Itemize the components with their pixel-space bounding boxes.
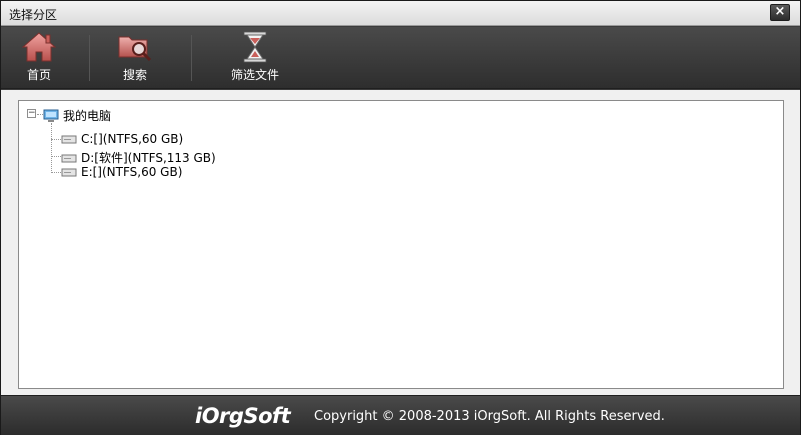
tree-connector bbox=[51, 123, 52, 173]
footer: iOrgSoft Copyright © 2008-2013 iOrgSoft.… bbox=[1, 395, 800, 435]
tree-item-label: E:[](NTFS,60 GB) bbox=[81, 165, 183, 179]
toolbar-divider bbox=[89, 35, 90, 81]
tree-item-label: C:[](NTFS,60 GB) bbox=[81, 132, 184, 146]
tree-connector bbox=[51, 139, 61, 140]
tree-item-label: D:[软件](NTFS,113 GB) bbox=[81, 151, 216, 165]
search-label: 搜索 bbox=[122, 68, 147, 82]
home-button[interactable]: 首页 bbox=[15, 29, 63, 87]
select-partition-window: 选择分区 × 首页 搜索 筛选文件 − 我的电脑 C:[](NTFS,60 GB… bbox=[0, 0, 801, 435]
window-title: 选择分区 bbox=[9, 8, 58, 22]
search-button[interactable]: 搜索 bbox=[111, 29, 159, 87]
drive-icon bbox=[61, 133, 77, 145]
computer-icon bbox=[43, 109, 59, 123]
tree-item-drive-c[interactable]: C:[](NTFS,60 GB) bbox=[61, 132, 183, 146]
tree-connector bbox=[51, 156, 61, 157]
tree-connector bbox=[51, 172, 61, 173]
copyright-text: Copyright © 2008-2013 iOrgSoft. All Righ… bbox=[314, 409, 665, 424]
tree-item-drive-d[interactable]: D:[软件](NTFS,113 GB) bbox=[61, 149, 216, 166]
brand-logo: iOrgSoft bbox=[195, 404, 291, 428]
collapse-toggle[interactable]: − bbox=[27, 109, 36, 118]
home-icon bbox=[19, 29, 59, 65]
filter-files-label: 筛选文件 bbox=[230, 68, 279, 82]
drive-icon bbox=[61, 166, 77, 178]
toolbar-divider bbox=[191, 35, 192, 81]
tree-item-my-computer[interactable]: 我的电脑 bbox=[43, 107, 111, 124]
toolbar: 首页 搜索 筛选文件 bbox=[1, 27, 800, 89]
close-button[interactable]: × bbox=[770, 4, 790, 21]
content-area: − 我的电脑 C:[](NTFS,60 GB) D:[软件](NTFS,113 … bbox=[1, 90, 800, 395]
partition-tree[interactable]: − 我的电脑 C:[](NTFS,60 GB) D:[软件](NTFS,113 … bbox=[18, 100, 784, 389]
home-label: 首页 bbox=[26, 68, 51, 82]
filter-files-button[interactable]: 筛选文件 bbox=[227, 29, 283, 87]
tree-item-drive-e[interactable]: E:[](NTFS,60 GB) bbox=[61, 165, 182, 179]
tree-item-label: 我的电脑 bbox=[63, 109, 112, 123]
title-bar[interactable]: 选择分区 × bbox=[1, 1, 800, 26]
drive-icon bbox=[61, 152, 77, 164]
folder-search-icon bbox=[115, 29, 155, 65]
hourglass-icon bbox=[235, 29, 275, 65]
